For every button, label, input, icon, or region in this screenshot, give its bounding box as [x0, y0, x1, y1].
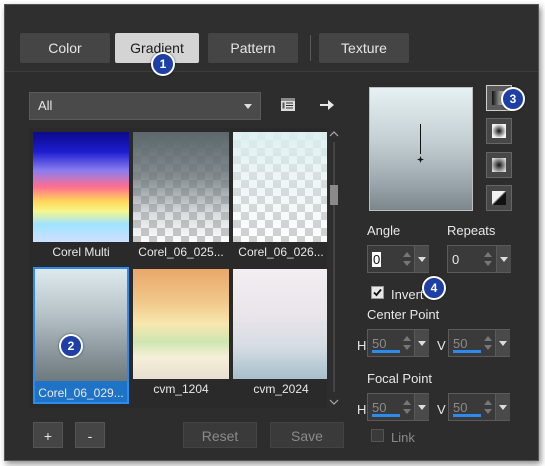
tab-separator [310, 35, 311, 61]
gradient-swatch-selected[interactable]: Corel_06_029... [33, 267, 129, 404]
chevron-down-icon [244, 104, 252, 109]
focal-point-label: Focal Point [367, 371, 433, 386]
gradient-swatch-label: Corel Multi [52, 245, 110, 259]
angle-dropdown-button[interactable] [414, 246, 429, 272]
tab-color[interactable]: Color [20, 33, 110, 63]
remove-gradient-button[interactable]: - [75, 422, 105, 448]
sunburst-gradient-button[interactable] [486, 152, 512, 178]
gradient-swatch[interactable]: Corel_06_025... [133, 132, 229, 264]
focal-v-stepper[interactable]: 50 [448, 393, 510, 421]
center-h-level-bar [372, 350, 400, 353]
gradient-swatch-label: Corel_06_026... [238, 245, 324, 259]
gradient-swatch-label: cvm_1204 [153, 382, 209, 396]
focal-v-label: V [437, 402, 446, 417]
material-tab-bar: Color Gradient Pattern Texture [5, 5, 538, 72]
file-locations-icon[interactable] [278, 95, 298, 115]
arrow-right-icon[interactable] [317, 95, 337, 115]
gradient-category-select[interactable]: All [29, 92, 261, 120]
rectangular-gradient-button[interactable] [486, 118, 512, 144]
center-v-value[interactable]: 50 [453, 336, 467, 351]
corel-06-026-swatch [233, 132, 327, 242]
corel-06-029-swatch [35, 269, 127, 381]
repeats-stepper[interactable]: 0 [447, 245, 511, 273]
repeats-step-arrows[interactable] [482, 249, 494, 269]
focal-h-stepper[interactable]: 50 [367, 393, 429, 421]
center-h-label: H [357, 338, 367, 353]
invert-label[interactable]: Invert [391, 287, 424, 302]
sunburst-gradient-icon [492, 158, 506, 172]
angle-handle-icon[interactable] [417, 151, 424, 163]
focal-h-label: H [357, 402, 367, 417]
center-v-level-bar [453, 350, 481, 353]
center-v-step-arrows[interactable] [482, 333, 494, 353]
angle-step-arrows[interactable] [401, 249, 413, 269]
radial-gradient-icon [492, 191, 506, 205]
gradient-swatch-grid: Corel Multi Corel_06_025... Corel_06_026… [29, 128, 327, 408]
gradient-swatch[interactable]: cvm_1204 [133, 269, 229, 401]
callout-marker-1: 1 [151, 52, 175, 76]
corel-06-025-swatch [133, 132, 229, 242]
angle-value[interactable]: 0 [372, 252, 382, 267]
repeats-label: Repeats [447, 223, 496, 238]
rectangular-gradient-icon [492, 124, 506, 138]
gradient-swatch[interactable]: Corel Multi [33, 132, 129, 264]
angle-handle-line [420, 124, 421, 154]
swatch-scrollbar[interactable] [329, 130, 339, 407]
scroll-down-icon[interactable] [329, 398, 339, 406]
radial-gradient-button[interactable] [486, 185, 512, 211]
angle-label: Angle [367, 223, 401, 238]
center-h-stepper[interactable]: 50 [367, 329, 429, 357]
tab-pattern[interactable]: Pattern [208, 33, 298, 63]
cvm-2024-swatch [233, 269, 327, 379]
focal-v-level-bar [453, 414, 481, 417]
gradient-swatch-label: cvm_2024 [253, 382, 309, 396]
callout-marker-2: 2 [59, 334, 83, 358]
gradient-swatch-label: Corel_06_025... [138, 245, 224, 259]
gradient-material-window: Color Gradient Pattern Texture 1 All Cor… [4, 4, 539, 461]
focal-h-level-bar [372, 414, 400, 417]
cvm-1204-swatch [133, 269, 229, 379]
focal-h-value[interactable]: 50 [372, 400, 386, 415]
center-v-dropdown-button[interactable] [495, 330, 510, 356]
center-h-dropdown-button[interactable] [414, 330, 429, 356]
gradient-category-value: All [38, 98, 53, 113]
scroll-thumb[interactable] [330, 185, 338, 205]
save-button[interactable]: Save [270, 422, 344, 448]
center-point-label: Center Point [367, 307, 440, 322]
corel-multi-swatch [33, 132, 129, 242]
callout-marker-3: 3 [501, 87, 525, 111]
gradient-preview[interactable] [369, 87, 473, 211]
center-h-value[interactable]: 50 [372, 336, 386, 351]
angle-stepper[interactable]: 0 [367, 245, 429, 273]
reset-button[interactable]: Reset [183, 422, 257, 448]
invert-checkbox[interactable] [371, 286, 384, 299]
center-h-step-arrows[interactable] [401, 333, 413, 353]
link-label[interactable]: Link [391, 430, 415, 445]
link-checkbox[interactable] [371, 429, 384, 442]
add-gradient-button[interactable]: + [33, 422, 63, 448]
gradient-swatch-label: Corel_06_029... [38, 386, 124, 400]
scroll-track [333, 142, 335, 392]
checkmark-icon [373, 288, 382, 297]
tab-texture[interactable]: Texture [319, 33, 409, 63]
scroll-up-icon[interactable] [329, 130, 339, 138]
focal-v-value[interactable]: 50 [453, 400, 467, 415]
center-v-label: V [437, 338, 446, 353]
focal-v-dropdown-button[interactable] [495, 394, 510, 420]
gradient-swatch[interactable]: cvm_2024 [233, 269, 327, 401]
gradient-swatch[interactable]: Corel_06_026... [233, 132, 327, 264]
focal-h-dropdown-button[interactable] [414, 394, 429, 420]
repeats-dropdown-button[interactable] [496, 246, 511, 272]
callout-marker-4: 4 [422, 276, 446, 300]
focal-v-step-arrows[interactable] [482, 397, 494, 417]
focal-h-step-arrows[interactable] [401, 397, 413, 417]
repeats-value[interactable]: 0 [452, 252, 459, 267]
center-v-stepper[interactable]: 50 [448, 329, 510, 357]
